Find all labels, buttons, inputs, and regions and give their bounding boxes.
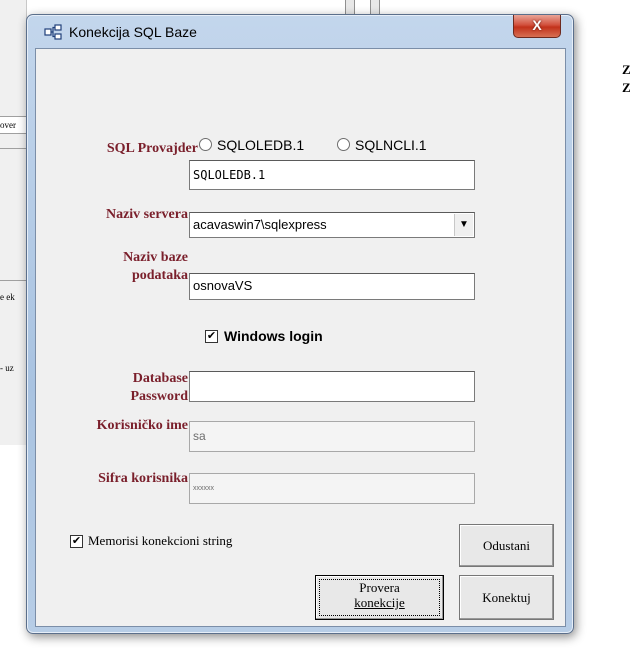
dialog-body: SQL Provajder SQLOLEDB.1 SQLNCLI.1 SQLOL… — [35, 48, 566, 627]
close-button[interactable]: X — [513, 15, 561, 38]
windows-login-label: Windows login — [224, 328, 323, 344]
server-select[interactable]: acavaswin7\sqlexpress ▼ — [189, 212, 475, 238]
radio-label: SQLNCLI.1 — [355, 137, 427, 153]
background-text: Z — [622, 62, 631, 77]
provider-label: SQL Provajder — [106, 141, 198, 156]
cancel-button[interactable]: Odustani — [459, 524, 554, 567]
server-label: Naziv servera — [105, 207, 188, 222]
remember-checkbox[interactable]: ✔ — [70, 535, 83, 548]
radio-circle — [199, 138, 212, 151]
background-field: over — [0, 116, 26, 134]
background-text: e ek — [0, 292, 15, 302]
background-divider — [0, 148, 26, 149]
provider-input[interactable]: SQLOLEDB.1 — [189, 160, 475, 190]
radio-sqloledb[interactable]: SQLOLEDB.1 — [199, 137, 304, 153]
server-value: acavaswin7\sqlexpress — [193, 217, 327, 232]
remember-label: Memorisi konekcioni string — [88, 533, 233, 548]
db-password-input[interactable] — [189, 371, 475, 402]
database-label-line1: Naziv baze — [123, 250, 188, 265]
username-label: Korisničko ime — [96, 418, 188, 433]
background-app-panel — [0, 0, 27, 445]
sql-connection-dialog: Konekcija SQL Baze X SQL Provajder SQLOL… — [26, 14, 574, 634]
window-title: Konekcija SQL Baze — [69, 24, 197, 40]
background-text: - uz — [0, 363, 14, 373]
radio-circle — [337, 138, 350, 151]
database-label-line2: podataka — [131, 268, 188, 283]
background-divider — [0, 280, 26, 281]
radio-label: SQLOLEDB.1 — [217, 137, 305, 153]
db-password-label-line2: Password — [130, 389, 188, 404]
radio-sqlncli[interactable]: SQLNCLI.1 — [337, 137, 427, 153]
network-icon — [44, 24, 62, 40]
user-password-input[interactable]: xxxxxx — [189, 473, 475, 504]
username-input[interactable]: sa — [189, 421, 475, 452]
database-input[interactable]: osnovaVS — [189, 273, 475, 300]
connect-button[interactable]: Konektuj — [459, 575, 554, 620]
chevron-down-icon[interactable]: ▼ — [454, 214, 473, 236]
focus-indicator — [319, 579, 440, 616]
user-password-label: Sifra korisnika — [98, 471, 188, 486]
test-connection-button[interactable]: Provera konekcije — [315, 575, 444, 620]
db-password-label-line1: Database — [132, 371, 188, 386]
windows-login-checkbox[interactable]: ✔ — [205, 330, 218, 343]
background-text: Z — [622, 80, 631, 95]
title-bar[interactable]: Konekcija SQL Baze X — [27, 15, 573, 49]
